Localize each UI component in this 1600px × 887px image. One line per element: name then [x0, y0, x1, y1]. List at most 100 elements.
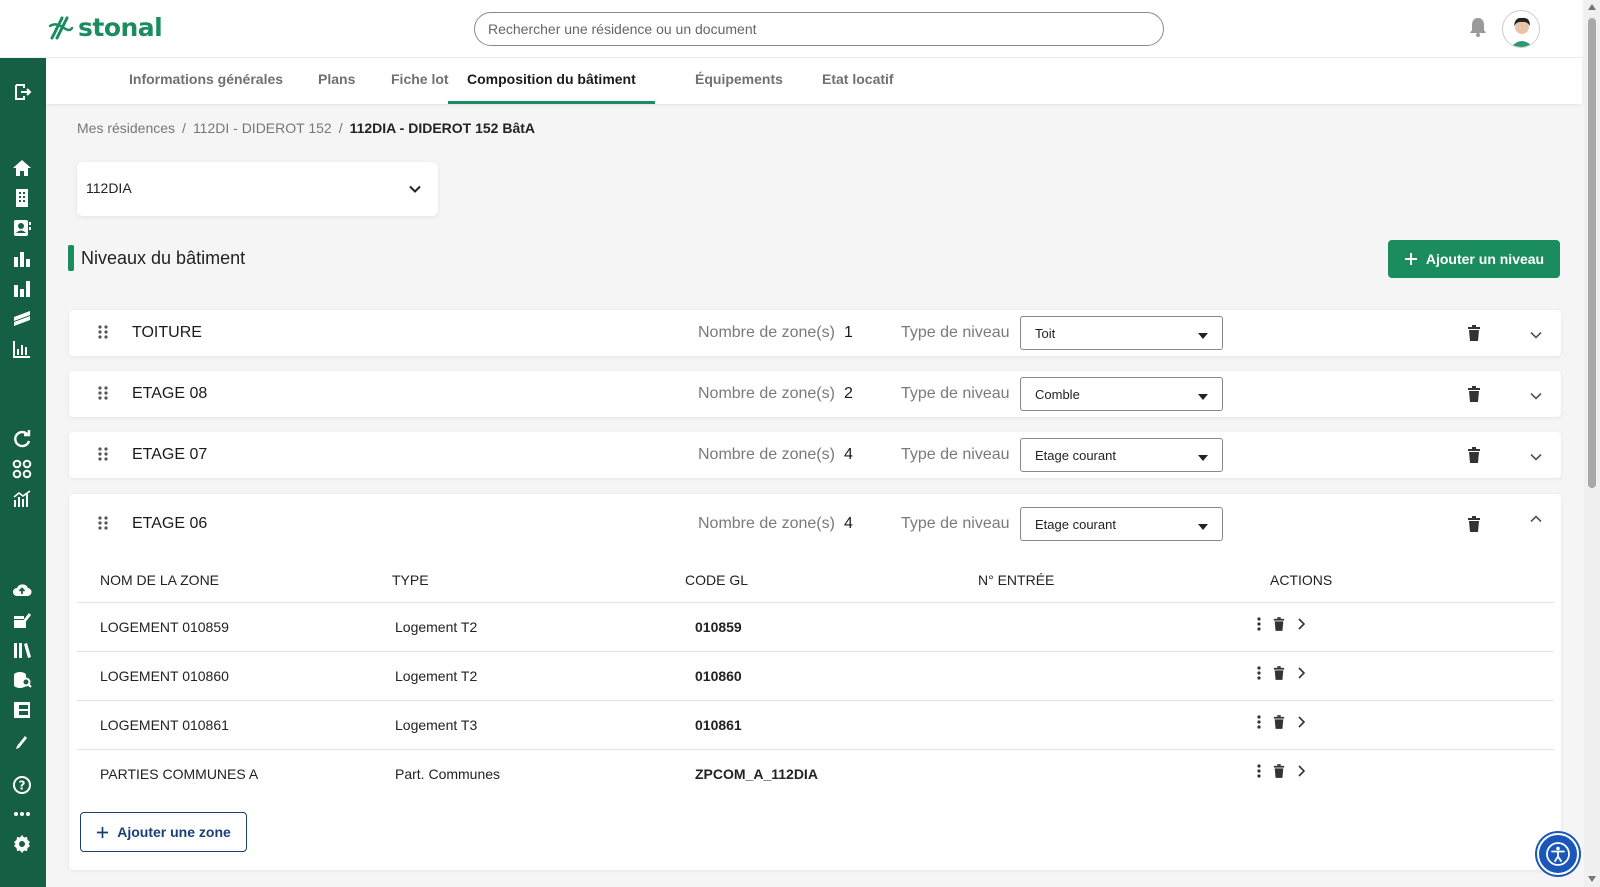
- tab-composition-batiment[interactable]: Composition du bâtiment: [448, 58, 655, 104]
- level-type-select[interactable]: Etage courant: [1020, 507, 1223, 541]
- chevron-up-icon[interactable]: [1529, 512, 1543, 526]
- zone-count-value: 4: [844, 515, 853, 532]
- contact-card-icon[interactable]: [11, 217, 33, 239]
- more-vertical-icon[interactable]: [1257, 666, 1261, 680]
- row-actions: [1257, 617, 1305, 631]
- plus-icon: [97, 826, 109, 838]
- bell-icon[interactable]: [1467, 16, 1489, 38]
- panel-icon[interactable]: [11, 699, 33, 721]
- accessibility-button[interactable]: [1537, 833, 1579, 875]
- trash-icon[interactable]: [1273, 764, 1285, 778]
- more-icon[interactable]: [11, 803, 33, 825]
- chevron-down-icon[interactable]: [1529, 328, 1543, 342]
- breadcrumb-item-residences[interactable]: Mes résidences: [77, 120, 175, 136]
- edit-stack-icon[interactable]: [11, 609, 33, 631]
- tab-equipements[interactable]: Équipements: [676, 58, 802, 104]
- chevron-right-icon[interactable]: [1297, 667, 1305, 679]
- page-scrollbar[interactable]: [1584, 0, 1600, 887]
- level-type-value: Comble: [1035, 387, 1080, 402]
- trash-icon[interactable]: [1467, 447, 1481, 463]
- line-chart-icon[interactable]: [11, 338, 33, 360]
- breadcrumb-item-residence[interactable]: 112DI - DIDEROT 152: [193, 120, 332, 136]
- more-vertical-icon[interactable]: [1257, 764, 1261, 778]
- apps-grid-icon[interactable]: [11, 458, 33, 480]
- accessibility-icon: [1546, 842, 1570, 866]
- add-zone-button[interactable]: Ajouter une zone: [80, 812, 247, 852]
- breadcrumb-item-current: 112DIA - DIDEROT 152 BâtA: [349, 120, 536, 136]
- bar-chart-icon[interactable]: [11, 248, 33, 270]
- scroll-down-icon[interactable]: [1588, 876, 1596, 882]
- drag-handle-icon[interactable]: [97, 446, 109, 462]
- chevron-down-icon[interactable]: [1529, 389, 1543, 403]
- database-search-icon[interactable]: [11, 669, 33, 691]
- chevron-right-icon[interactable]: [1297, 618, 1305, 630]
- zone-type-cell: Logement T3: [395, 717, 478, 733]
- zone-count-label: Nombre de zone(s): [698, 385, 835, 402]
- drag-handle-icon[interactable]: [97, 515, 109, 531]
- chevron-down-icon[interactable]: [1529, 450, 1543, 464]
- zone-code-cell: 010859: [695, 619, 742, 635]
- building-icon[interactable]: [11, 187, 33, 209]
- trash-icon[interactable]: [1273, 617, 1285, 631]
- analytics-icon[interactable]: [11, 488, 33, 510]
- table-row: LOGEMENT 010861 Logement T3 010861: [77, 700, 1554, 749]
- level-type-select[interactable]: Etage courant: [1020, 438, 1223, 472]
- tab-etat-locatif[interactable]: Etat locatif: [803, 58, 913, 104]
- tab-informations-generales[interactable]: Informations générales: [110, 58, 302, 104]
- trash-icon[interactable]: [1467, 325, 1481, 341]
- level-type-value: Toit: [1035, 326, 1056, 341]
- more-vertical-icon[interactable]: [1257, 715, 1261, 729]
- stonal-logo[interactable]: stonal: [48, 12, 163, 42]
- scrollbar-thumb[interactable]: [1588, 18, 1596, 488]
- add-level-button[interactable]: Ajouter un niveau: [1388, 240, 1560, 278]
- caret-down-icon: [1198, 455, 1208, 461]
- help-icon[interactable]: ?: [11, 774, 33, 796]
- scroll-up-icon[interactable]: [1588, 4, 1596, 10]
- home-icon[interactable]: [11, 157, 33, 179]
- level-type-select[interactable]: Comble: [1020, 377, 1223, 411]
- refresh-icon[interactable]: [11, 428, 33, 450]
- trash-icon[interactable]: [1273, 666, 1285, 680]
- drag-handle-icon[interactable]: [97, 324, 109, 340]
- settings-icon[interactable]: [11, 833, 33, 855]
- zone-count-value: 2: [844, 385, 853, 402]
- search-input[interactable]: [475, 13, 1163, 45]
- caret-down-icon: [1198, 333, 1208, 339]
- level-name: ETAGE 06: [132, 515, 208, 532]
- column-header-entry: N° ENTRÉE: [978, 572, 1055, 588]
- caret-down-icon: [1198, 524, 1208, 530]
- level-name: ETAGE 07: [132, 446, 208, 463]
- trash-icon[interactable]: [1273, 715, 1285, 729]
- trash-icon[interactable]: [1467, 516, 1481, 532]
- svg-text:?: ?: [19, 779, 26, 793]
- bar-chart-alt-icon[interactable]: [11, 278, 33, 300]
- zone-count-label: Nombre de zone(s): [698, 515, 835, 532]
- chevron-right-icon[interactable]: [1297, 765, 1305, 777]
- chevron-down-icon: [409, 185, 421, 193]
- trash-icon[interactable]: [1467, 386, 1481, 402]
- zone-name-cell: LOGEMENT 010861: [100, 717, 229, 733]
- sidebar: ?: [0, 58, 46, 887]
- table-row: LOGEMENT 010859 Logement T2 010859: [77, 602, 1554, 651]
- section-title: Niveaux du bâtiment: [81, 248, 246, 268]
- library-icon[interactable]: [11, 639, 33, 661]
- row-actions: [1257, 715, 1305, 729]
- level-name: TOITURE: [132, 324, 202, 341]
- top-bar: stonal: [0, 0, 1582, 58]
- zone-type-cell: Logement T2: [395, 668, 478, 684]
- pen-icon[interactable]: [11, 730, 33, 752]
- user-avatar[interactable]: [1502, 10, 1540, 48]
- drag-handle-icon[interactable]: [97, 385, 109, 401]
- zone-name-cell: LOGEMENT 010859: [100, 619, 229, 635]
- more-vertical-icon[interactable]: [1257, 617, 1261, 631]
- building-select[interactable]: 112DIA: [77, 162, 438, 216]
- chevron-right-icon[interactable]: [1297, 716, 1305, 728]
- level-type-select[interactable]: Toit: [1020, 316, 1223, 350]
- tab-plans[interactable]: Plans: [299, 58, 374, 104]
- logout-icon[interactable]: [11, 81, 33, 103]
- cloud-upload-icon[interactable]: [11, 579, 33, 601]
- search-bar: [474, 12, 1164, 46]
- zone-code-cell: 010860: [695, 668, 742, 684]
- layers-icon[interactable]: [11, 308, 33, 330]
- zone-name-cell: LOGEMENT 010860: [100, 668, 229, 684]
